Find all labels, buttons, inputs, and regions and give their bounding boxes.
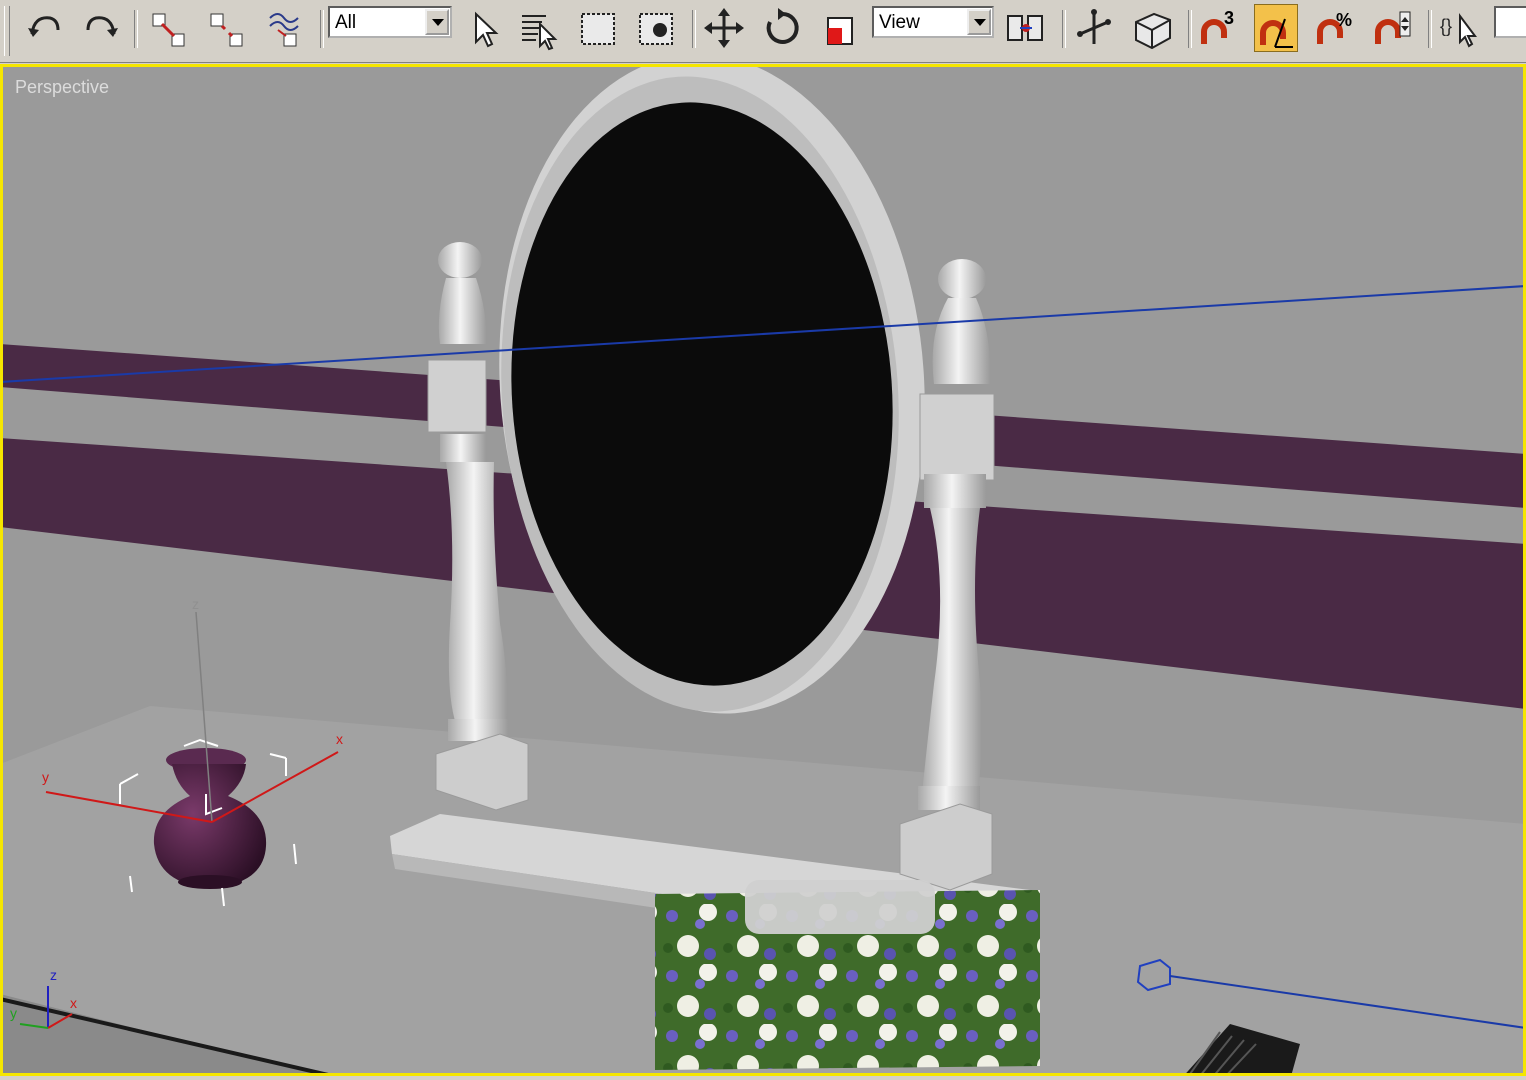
bind-to-space-warp-icon xyxy=(269,13,299,47)
select-and-rotate-button[interactable] xyxy=(760,4,804,52)
select-and-scale-button[interactable] xyxy=(818,4,862,52)
use-pivot-center-icon xyxy=(1007,15,1043,41)
rectangular-selection-region-icon xyxy=(581,13,615,45)
unlink-selection-icon xyxy=(210,13,243,47)
svg-text:%: % xyxy=(1336,10,1352,30)
unlink-selection-button[interactable] xyxy=(206,4,250,52)
chevron-down-icon[interactable] xyxy=(967,9,991,35)
select-and-move-icon xyxy=(704,8,744,48)
select-and-scale-icon xyxy=(827,17,853,45)
snaps-toggle-icon: 3 xyxy=(1201,8,1234,44)
select-and-move-button[interactable] xyxy=(702,4,746,52)
select-and-rotate-icon xyxy=(766,8,799,44)
select-by-name-icon xyxy=(522,15,558,51)
select-and-manipulate-icon xyxy=(1077,9,1111,44)
gizmo-x-label: x xyxy=(336,731,343,747)
perspective-viewport[interactable]: z x y z x y Perspective xyxy=(0,64,1526,1076)
select-and-manipulate-button[interactable] xyxy=(1072,4,1116,52)
svg-text:3: 3 xyxy=(1224,8,1234,28)
angle-snap-toggle-icon xyxy=(1260,18,1293,48)
bind-to-space-warp-button[interactable] xyxy=(264,4,308,52)
angle-snap-toggle-button[interactable] xyxy=(1254,4,1298,52)
undo-button[interactable] xyxy=(22,4,66,52)
named-selection-sets-field[interactable] xyxy=(1494,6,1526,38)
spinner-snap-toggle-icon xyxy=(1375,11,1411,44)
rectangular-selection-region-button[interactable] xyxy=(576,4,620,52)
spinner-snap-toggle-button[interactable] xyxy=(1370,4,1414,52)
keyboard-shortcut-override-icon xyxy=(1135,12,1171,50)
edit-named-selection-sets-button[interactable]: {} xyxy=(1436,4,1480,52)
select-object-button[interactable] xyxy=(462,4,506,52)
gizmo-z-label: z xyxy=(192,596,199,612)
redo-icon xyxy=(86,16,118,37)
gizmo-y-label: y xyxy=(42,769,49,785)
reference-coord-system-dropdown[interactable]: View xyxy=(872,6,994,38)
window-crossing-icon xyxy=(639,13,673,45)
select-object-icon xyxy=(475,11,499,48)
main-toolbar: All View 3 % {} xyxy=(0,0,1526,63)
chevron-down-icon[interactable] xyxy=(425,9,449,35)
edit-named-selection-sets-icon: {} xyxy=(1440,13,1477,48)
reference-coord-system-value: View xyxy=(879,12,920,33)
keyboard-shortcut-override-button[interactable] xyxy=(1130,4,1174,52)
select-and-link-button[interactable] xyxy=(148,4,192,52)
window-crossing-button[interactable] xyxy=(634,4,678,52)
corner-z-label: z xyxy=(50,967,57,983)
use-pivot-center-button[interactable] xyxy=(1004,4,1048,52)
percent-snap-toggle-button[interactable]: % xyxy=(1312,4,1356,52)
selection-filter-dropdown[interactable]: All xyxy=(328,6,452,38)
select-by-name-button[interactable] xyxy=(518,4,562,52)
bottom-edge xyxy=(0,1076,1526,1080)
percent-snap-toggle-icon: % xyxy=(1317,10,1352,44)
select-and-link-icon xyxy=(152,13,185,47)
corner-x-label: x xyxy=(70,995,77,1011)
viewport-scene[interactable]: z x y z x y xyxy=(0,64,1526,1076)
snaps-toggle-button[interactable]: 3 xyxy=(1196,4,1240,52)
svg-text:{}: {} xyxy=(1440,16,1452,36)
selection-filter-value: All xyxy=(335,12,357,33)
viewport-label[interactable]: Perspective xyxy=(15,77,109,98)
undo-icon xyxy=(28,16,60,37)
toolbar-grip[interactable] xyxy=(4,6,10,56)
corner-y-label: y xyxy=(10,1005,17,1021)
redo-button[interactable] xyxy=(80,4,124,52)
